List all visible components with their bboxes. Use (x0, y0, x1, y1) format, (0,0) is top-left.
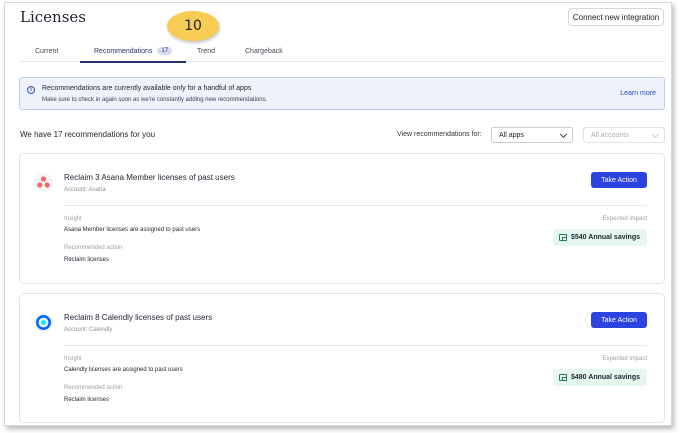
info-icon: i (27, 86, 35, 94)
expected-impact-label: Expected impact (602, 356, 647, 362)
insight-text: Asana Member licenses are assigned to pa… (64, 227, 201, 233)
card-account: Account: Calendly (64, 327, 113, 333)
tab-label: Chargeback (245, 47, 283, 55)
expected-impact-label: Expected impact (602, 216, 647, 222)
recommendations-count-badge: 17 (157, 47, 173, 55)
tab-trend[interactable]: Trend (197, 40, 215, 62)
accounts-select[interactable]: All accounts (583, 127, 665, 143)
info-banner: i Recommendations are currently availabl… (19, 77, 665, 110)
recommendation-card: Reclaim 8 Calendly licenses of past user… (19, 293, 665, 423)
recommended-action-label: Recommended action (64, 385, 123, 391)
calendly-logo-icon (34, 313, 53, 332)
recommended-action-text: Reclaim licenses (64, 397, 110, 403)
apps-select[interactable]: All apps (491, 127, 573, 143)
recommended-action-label: Recommended action (64, 245, 123, 251)
tab-label: Trend (197, 47, 216, 55)
savings-text: $540 Annual savings (571, 234, 640, 241)
step-marker-badge: 10 (167, 11, 219, 41)
connect-new-integration-button[interactable]: Connect new integration (568, 8, 664, 26)
recommendation-card: Reclaim 3 Asana Member licenses of past … (19, 153, 665, 284)
recommendations-count-text: We have 17 recommendations for you (20, 130, 156, 139)
tab-bar: Current Recommendations 17 Trend Chargeb… (19, 40, 665, 63)
banner-subtitle: Make sure to check in again soon as we'r… (42, 97, 268, 103)
card-account: Account: Asana (64, 187, 106, 193)
asana-logo-icon (34, 173, 53, 192)
take-action-button[interactable]: Take Action (591, 312, 647, 328)
tab-recommendations[interactable]: Recommendations 17 (80, 40, 187, 63)
wallet-icon (559, 234, 567, 241)
card-title: Reclaim 8 Calendly licenses of past user… (64, 313, 213, 322)
insight-label: Insight (64, 216, 82, 222)
insight-label: Insight (64, 356, 82, 362)
view-recommendations-label: View recommendations for: (397, 131, 482, 138)
card-title: Reclaim 3 Asana Member licenses of past … (64, 173, 235, 182)
chevron-down-icon (651, 130, 660, 139)
tab-label: Current (35, 47, 59, 55)
wallet-icon (559, 374, 567, 381)
tab-current[interactable]: Current (35, 40, 58, 62)
learn-more-link[interactable]: Learn more (620, 90, 656, 97)
insight-text: Calendly licenses are assigned to past u… (64, 367, 183, 373)
tab-label: Recommendations (94, 47, 153, 55)
card-divider (64, 345, 647, 346)
savings-badge: $540 Annual savings (553, 229, 647, 246)
recommended-action-text: Reclaim licenses (64, 257, 110, 263)
savings-text: $480 Annual savings (571, 374, 640, 381)
take-action-button[interactable]: Take Action (591, 172, 647, 188)
banner-title: Recommendations are currently available … (42, 85, 252, 92)
savings-badge: $480 Annual savings (553, 369, 647, 386)
card-divider (64, 205, 647, 206)
tab-chargeback[interactable]: Chargeback (245, 40, 283, 62)
apps-select-value: All apps (499, 131, 524, 139)
app-window: Licenses Connect new integration Current… (4, 2, 672, 426)
page-title: Licenses (20, 8, 86, 26)
chevron-down-icon (559, 130, 568, 139)
accounts-select-value: All accounts (591, 131, 629, 139)
